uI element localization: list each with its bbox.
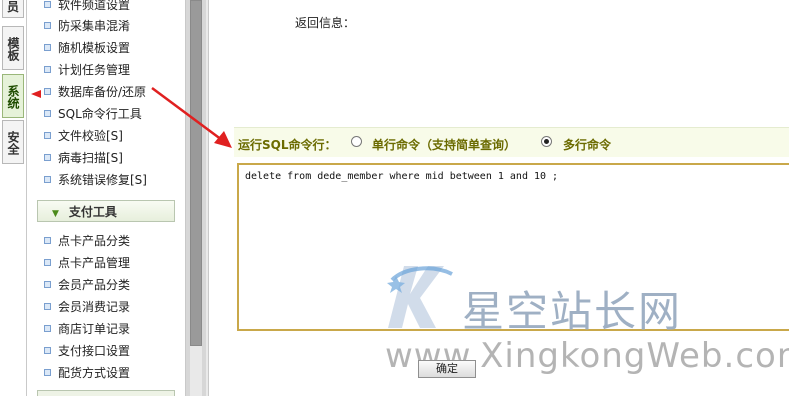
bullet-icon	[44, 44, 51, 51]
red-arrow-head-icon	[214, 131, 232, 148]
ok-button[interactable]: 确定	[418, 360, 476, 378]
sidebar-item-virus-scan[interactable]: 病毒扫描[S]	[44, 149, 123, 167]
sidebar-item-card-manage[interactable]: 点卡产品管理	[44, 254, 130, 272]
sidebar-scrollbar[interactable]	[186, 0, 206, 396]
scrollbar-thumb[interactable]	[190, 0, 202, 346]
bullet-icon	[44, 303, 51, 310]
bullet-icon	[44, 369, 51, 376]
section-header-payment-tools[interactable]: ▼ 支付工具	[37, 200, 175, 222]
bullet-icon	[44, 325, 51, 332]
section-header-next[interactable]	[37, 390, 175, 396]
tab-templates[interactable]: 模板	[2, 26, 24, 70]
tab-members[interactable]: 员	[2, 0, 24, 18]
sql-command-text: delete from dede_member where mid betwee…	[245, 171, 559, 182]
sidebar-item-anti-scrape[interactable]: 防采集串混淆	[44, 17, 130, 35]
bullet-icon	[44, 110, 51, 117]
radio-single-line-label[interactable]: 单行命令（支持简单查询）	[372, 136, 516, 153]
tab-security[interactable]: 安全	[2, 120, 24, 164]
radio-multi-line-label[interactable]: 多行命令	[563, 136, 611, 153]
sidebar-item-member-consumption[interactable]: 会员消费记录	[44, 298, 130, 316]
scrollbar-track[interactable]	[190, 346, 202, 396]
bullet-icon	[44, 66, 51, 73]
sidebar-item-sql-tool[interactable]: SQL命令行工具	[44, 105, 142, 123]
bullet-icon	[44, 22, 51, 29]
sidebar-item-software-channel[interactable]: 软件频道设置	[44, 0, 130, 14]
radio-multi-line[interactable]	[541, 136, 552, 147]
bullet-icon	[44, 88, 51, 95]
bullet-icon	[44, 347, 51, 354]
vertical-tab-strip: 员 模板 系统 安全	[0, 0, 27, 396]
return-info-label: 返回信息：	[295, 16, 356, 30]
tab-system[interactable]: 系统	[2, 74, 24, 118]
sidebar-item-random-template[interactable]: 随机模板设置	[44, 39, 130, 57]
bullet-icon	[44, 132, 51, 139]
sidebar-item-member-product-category[interactable]: 会员产品分类	[44, 276, 130, 294]
sql-bar-label: 运行SQL命令行：	[238, 138, 337, 152]
bullet-icon	[44, 176, 51, 183]
sidebar-item-db-backup[interactable]: 数据库备份/还原	[44, 83, 146, 101]
sidebar-item-error-repair[interactable]: 系统错误修复[S]	[44, 171, 147, 189]
sidebar-item-file-check[interactable]: 文件校验[S]	[44, 127, 123, 145]
frame-divider	[206, 0, 209, 396]
chevron-down-icon: ▼	[52, 209, 59, 219]
sidebar-item-delivery-methods[interactable]: 配货方式设置	[44, 364, 130, 382]
sidebar-menu: 软件频道设置 防采集串混淆 随机模板设置 计划任务管理 数据库备份/还原 SQL…	[27, 0, 186, 396]
sidebar-item-payment-interface[interactable]: 支付接口设置	[44, 342, 130, 360]
sidebar-item-card-category[interactable]: 点卡产品分类	[44, 232, 130, 250]
bullet-icon	[44, 154, 51, 161]
bullet-icon	[44, 259, 51, 266]
sidebar-item-shop-orders[interactable]: 商店订单记录	[44, 320, 130, 338]
bullet-icon	[44, 1, 51, 8]
bullet-icon	[44, 281, 51, 288]
watermark-brand: 星空站长网	[462, 287, 683, 336]
sql-mode-bar: 运行SQL命令行： 单行命令（支持简单查询） 多行命令	[234, 127, 789, 157]
sidebar-item-scheduled-tasks[interactable]: 计划任务管理	[44, 61, 130, 79]
radio-single-line[interactable]	[351, 136, 362, 147]
bullet-icon	[44, 237, 51, 244]
